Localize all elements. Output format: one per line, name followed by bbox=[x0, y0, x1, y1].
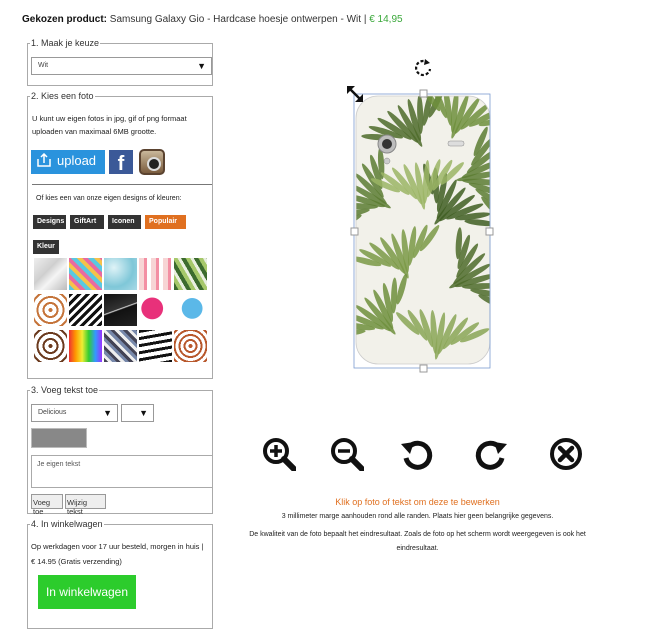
rotate-left-icon[interactable] bbox=[400, 438, 434, 472]
step-3-legend: 3. Voeg tekst toe bbox=[31, 385, 99, 395]
text-color-swatch[interactable] bbox=[31, 428, 87, 448]
font-select[interactable]: Delicious ▼ bbox=[31, 404, 118, 422]
resize-icon[interactable] bbox=[346, 85, 364, 103]
dropdown-arrow-icon: ▼ bbox=[103, 408, 112, 418]
delivery-info: Op werkdagen voor 17 uur besteld, morgen… bbox=[31, 542, 204, 551]
facebook-icon[interactable]: f bbox=[109, 150, 133, 174]
design-thumbnail[interactable] bbox=[104, 258, 137, 290]
step-2-legend: 2. Kies een foto bbox=[31, 91, 94, 101]
step-1-legend: 1. Maak je keuze bbox=[31, 38, 100, 48]
edit-text-button[interactable]: Wijzig tekst bbox=[65, 494, 106, 516]
design-thumbnail[interactable] bbox=[104, 294, 137, 326]
designs-intro: Of kies een van onze eigen designs of kl… bbox=[36, 195, 182, 202]
tab-kleur[interactable]: Kleur bbox=[33, 240, 59, 254]
step-4-panel: 4. In winkelwagen bbox=[27, 519, 213, 629]
font-select-value: Delicious bbox=[38, 409, 67, 416]
dropdown-arrow-icon: ▼ bbox=[139, 408, 148, 418]
upload-icon bbox=[37, 153, 51, 167]
design-thumbnail[interactable] bbox=[174, 330, 207, 362]
design-thumbnail[interactable] bbox=[34, 294, 67, 326]
size-select[interactable]: ▼ bbox=[121, 404, 154, 422]
divider bbox=[32, 184, 212, 185]
zoom-out-icon[interactable] bbox=[330, 437, 364, 471]
upload-intro: U kunt uw eigen fotos in jpg, gif of png… bbox=[32, 114, 187, 136]
design-thumbnail[interactable] bbox=[34, 330, 67, 362]
rotate-right-icon[interactable] bbox=[474, 438, 508, 472]
design-thumbnail[interactable] bbox=[139, 294, 172, 326]
delete-icon[interactable] bbox=[549, 437, 583, 471]
price-shipping: € 14.95 (Gratis verzending) bbox=[31, 557, 122, 566]
design-thumbnail[interactable] bbox=[139, 258, 172, 290]
upload-label: upload bbox=[57, 153, 97, 168]
product-label: Gekozen product: bbox=[22, 14, 108, 25]
edit-hint: Klik op foto of tekst om deze te bewerke… bbox=[335, 497, 500, 507]
upload-button[interactable]: upload bbox=[31, 150, 105, 174]
product-name: Samsung Galaxy Gio - Hardcase hoesje ont… bbox=[109, 14, 362, 25]
quality-note: De kwaliteit van de foto bepaalt het ein… bbox=[249, 531, 586, 552]
instagram-icon[interactable] bbox=[139, 149, 165, 175]
tab-designs[interactable]: Designs bbox=[33, 215, 66, 229]
color-select[interactable]: Wit ▼ bbox=[31, 57, 212, 75]
text-input-placeholder: Je eigen tekst bbox=[37, 461, 81, 468]
product-header: Gekozen product: Samsung Galaxy Gio - Ha… bbox=[22, 14, 403, 25]
design-thumbnail[interactable] bbox=[139, 330, 172, 362]
step-4-legend: 4. In winkelwagen bbox=[31, 519, 103, 529]
product-price: € 14,95 bbox=[369, 14, 403, 25]
color-select-value: Wit bbox=[38, 62, 49, 69]
text-input[interactable]: Je eigen tekst bbox=[31, 455, 213, 488]
margin-note: 3 millimeter marge aanhouden rond alle r… bbox=[281, 513, 554, 520]
design-thumbnail[interactable] bbox=[174, 258, 207, 290]
add-to-cart-button[interactable]: In winkelwagen bbox=[38, 575, 136, 609]
design-thumbnail[interactable] bbox=[174, 294, 207, 326]
tab-giftart[interactable]: GiftArt bbox=[70, 215, 104, 229]
design-thumbnail[interactable] bbox=[104, 330, 137, 362]
design-thumbnail[interactable] bbox=[69, 258, 102, 290]
zoom-in-icon[interactable] bbox=[262, 437, 296, 471]
tab-iconen[interactable]: Iconen bbox=[108, 215, 141, 229]
add-text-button[interactable]: Voeg toe bbox=[31, 494, 63, 516]
design-thumbnail[interactable] bbox=[34, 258, 67, 290]
phone-case-preview[interactable] bbox=[340, 56, 505, 376]
header-separator: | bbox=[363, 14, 367, 25]
design-thumbnail[interactable] bbox=[69, 330, 102, 362]
dropdown-arrow-icon: ▼ bbox=[197, 61, 206, 71]
rotate-icon[interactable] bbox=[413, 57, 433, 77]
tab-populair[interactable]: Populair bbox=[145, 215, 186, 229]
design-thumbnail[interactable] bbox=[69, 294, 102, 326]
